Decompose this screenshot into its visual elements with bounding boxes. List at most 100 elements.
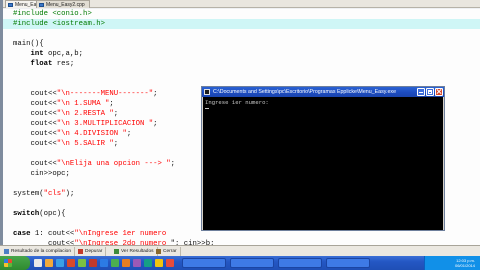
code-line: switch(opc){ — [13, 209, 66, 219]
code-token: cout<< — [13, 160, 57, 168]
desktop-screen: Menu_Easy.cpp Menu_Easy2.cpp #include <c… — [0, 0, 480, 270]
start-button[interactable] — [0, 256, 30, 270]
code-token: ; — [153, 90, 158, 98]
code-token: switch — [13, 210, 40, 218]
code-line: cout<<"\n-------MENU-------"; — [13, 89, 158, 99]
code-token: 1: cout<< — [30, 230, 75, 238]
cpp-file-icon — [39, 3, 44, 7]
code-line: cout<<"\n 3.MULTIPLICACION "; — [13, 119, 158, 129]
code-token: "\n 3.MULTIPLICACION " — [56, 120, 154, 128]
maximize-icon — [428, 90, 432, 94]
quicklaunch-pdf-icon[interactable] — [89, 259, 97, 267]
code-token: cout<< — [13, 130, 57, 138]
code-token: "\n-------MENU-------" — [56, 90, 154, 98]
code-line: system("cls"); — [13, 189, 74, 199]
code-line: cout<<"\n 2.RESTA "; — [13, 109, 119, 119]
code-token: ; — [170, 160, 176, 168]
console-text: Ingrese 1er numero: — [205, 99, 269, 106]
console-window[interactable]: C:\Documents and Settings\pc\Escritorio\… — [201, 86, 445, 231]
code-token: cout<< — [13, 140, 57, 148]
taskbar-window-button[interactable] — [182, 258, 226, 268]
tab-label: Cerrar — [163, 249, 177, 254]
windows-logo-icon — [4, 259, 12, 267]
code-token: "\n 2.RESTA " — [56, 110, 114, 118]
tab-label: Resultado de la compilacion — [11, 249, 71, 254]
code-line: #include <conio.h> — [13, 9, 92, 19]
quicklaunch-ide-icon[interactable] — [144, 259, 152, 267]
close-button[interactable] — [435, 88, 443, 96]
code-line: cout<<"\n 5.SALIR "; — [13, 139, 119, 149]
file-tab-menu-easy2[interactable]: Menu_Easy2.cpp — [36, 0, 90, 8]
tab-label: Ver Resultados — [121, 249, 154, 254]
code-token: (opc){ — [39, 210, 66, 218]
tab-label: Depurar — [85, 249, 103, 254]
code-token: ; — [126, 130, 132, 138]
code-token: "\n 1.SUMA " — [56, 100, 110, 108]
view-results-icon — [114, 249, 119, 254]
code-token: int — [30, 50, 44, 58]
code-line: #include <iostream.h> — [13, 19, 105, 29]
code-token: "\nElija una opcion ---> " — [56, 160, 171, 168]
file-tab-bar: Menu_Easy.cpp Menu_Easy2.cpp — [3, 0, 480, 8]
quicklaunch-recorder-icon[interactable] — [166, 259, 174, 267]
code-token: system( — [13, 190, 44, 198]
quicklaunch-desktop-icon[interactable] — [34, 259, 42, 267]
code-token: ; — [109, 100, 114, 108]
console-output[interactable]: Ingrese 1er numero: — [203, 97, 443, 230]
code-line: cout<<"\n 4.DIVISION "; — [13, 129, 132, 139]
taskbar-window-button[interactable] — [230, 258, 274, 268]
clock-text: 12:03 p.m. 06/01/2014 — [454, 258, 475, 268]
code-token: ; — [113, 110, 119, 118]
taskbar-window-button[interactable] — [326, 258, 370, 268]
quicklaunch-explorer-icon[interactable] — [155, 259, 163, 267]
taskbar-window-button[interactable] — [278, 258, 322, 268]
taskbar: 12:03 p.m. 06/01/2014 — [0, 256, 480, 270]
minimize-button[interactable] — [417, 88, 425, 96]
code-line: cout<<"\n 1.SUMA "; — [13, 99, 114, 109]
console-titlebar[interactable]: C:\Documents and Settings\pc\Escritorio\… — [202, 87, 444, 97]
console-title: C:\Documents and Settings\pc\Escritorio\… — [213, 89, 397, 95]
code-token: case — [13, 230, 31, 238]
quicklaunch-excel-icon[interactable] — [111, 259, 119, 267]
system-tray: 12:03 p.m. 06/01/2014 — [424, 256, 480, 270]
compile-results-icon — [4, 249, 9, 254]
code-token: ); — [65, 190, 75, 198]
code-token: ; — [113, 140, 119, 148]
close-panel-icon — [156, 249, 161, 254]
debug-icon — [78, 249, 83, 254]
code-line: cin>>opc; — [13, 169, 70, 179]
code-line: cout<<"\nElija una opcion ---> "; — [13, 159, 176, 169]
quicklaunch-word-icon[interactable] — [100, 259, 108, 267]
quicklaunch-folder-icon[interactable] — [45, 259, 53, 267]
cpp-file-icon — [8, 3, 13, 7]
quicklaunch-browser-icon[interactable] — [56, 259, 64, 267]
code-token: cout<< — [13, 120, 57, 128]
code-token: res; — [52, 60, 75, 68]
code-token: #include <conio.h> — [13, 10, 92, 18]
quicklaunch-powerpoint-icon[interactable] — [122, 259, 130, 267]
code-token: "cls" — [43, 190, 66, 198]
code-line: float res; — [13, 59, 75, 69]
code-token: cout<< — [13, 110, 57, 118]
minimize-icon — [419, 92, 423, 93]
code-token: "\nIngrese 1er numero — [74, 230, 167, 238]
code-token: float — [30, 60, 53, 68]
code-token: "\n 4.DIVISION " — [56, 130, 127, 138]
code-token: cout<< — [13, 90, 57, 98]
code-token: cin>>opc; — [13, 170, 70, 178]
code-token: main(){ — [13, 40, 44, 48]
quicklaunch-tool-icon[interactable] — [133, 259, 141, 267]
bottom-panel-tabs: Resultado de la compilacion Depurar Ver … — [0, 245, 480, 257]
console-app-icon — [204, 89, 210, 95]
tray-clock[interactable]: 12:03 p.m. 06/01/2014 — [425, 258, 475, 268]
code-line: case 1: cout<<"\nIngrese 1er numero — [13, 229, 166, 239]
maximize-button[interactable] — [426, 88, 434, 96]
code-token: ; — [153, 120, 158, 128]
code-line: main(){ — [13, 39, 44, 49]
code-token: cout<< — [13, 100, 57, 108]
quicklaunch-app-icon[interactable] — [67, 259, 75, 267]
code-line: int opc,a,b; — [13, 49, 84, 59]
quicklaunch-media-icon[interactable] — [78, 259, 86, 267]
